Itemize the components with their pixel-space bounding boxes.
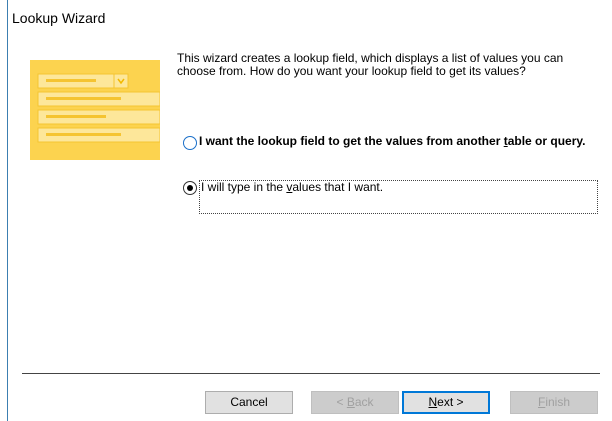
lookup-illustration-icon: [30, 60, 160, 160]
wizard-description: This wizard creates a lookup field, whic…: [177, 51, 564, 78]
finish-button[interactable]: Finish: [510, 391, 598, 414]
next-button[interactable]: Next >: [402, 391, 490, 414]
back-button[interactable]: < Back: [311, 391, 399, 414]
window-border: [7, 0, 8, 421]
window-title: Lookup Wizard: [12, 10, 106, 26]
cancel-button[interactable]: Cancel: [205, 391, 293, 414]
option-from-table-label[interactable]: I want the lookup field to get the value…: [199, 135, 609, 148]
option-from-table-radio[interactable]: [183, 136, 197, 150]
button-separator: [22, 373, 600, 374]
option-type-values-label[interactable]: I will type in the values that I want.: [199, 180, 598, 214]
option-from-table[interactable]: I want the lookup field to get the value…: [183, 135, 609, 150]
option-type-values[interactable]: I will type in the values that I want.: [183, 180, 598, 214]
option-type-values-radio[interactable]: [183, 181, 197, 195]
